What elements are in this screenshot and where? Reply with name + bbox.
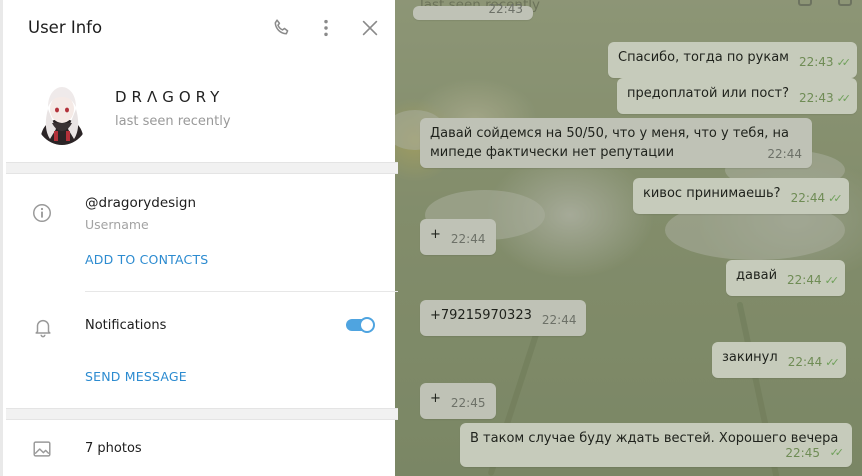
chat-header-icon[interactable] xyxy=(798,0,812,6)
message-text: +79215970323 xyxy=(430,308,532,323)
username-label: Username xyxy=(85,217,149,232)
message-time: 22:43 xyxy=(799,91,834,105)
read-ticks-icon: ✓✓ xyxy=(836,56,852,69)
toggle-knob xyxy=(359,317,375,333)
send-message-link[interactable]: SEND MESSAGE xyxy=(85,369,187,384)
section-separator xyxy=(6,408,398,420)
phone-icon[interactable] xyxy=(271,17,293,39)
close-icon[interactable] xyxy=(359,17,381,39)
message-text: давай xyxy=(736,268,778,283)
message-bubble[interactable]: +22:44 xyxy=(420,219,496,255)
avatar[interactable] xyxy=(34,79,90,145)
message-time: 22:44 xyxy=(787,355,823,369)
notifications-toggle[interactable] xyxy=(346,317,375,333)
read-ticks-icon: ✓✓ xyxy=(825,356,840,369)
chat-header-icons[interactable] xyxy=(798,0,852,6)
message-bubble[interactable]: предоплатой или пост? 22:43 ✓✓ xyxy=(617,78,858,114)
info-icon xyxy=(33,204,51,222)
message-time: 22:44 xyxy=(767,147,802,161)
section-separator xyxy=(6,162,398,174)
panel-title: User Info xyxy=(28,18,103,37)
message-bubble: 22:43 xyxy=(413,2,533,20)
message-time: 22:45 xyxy=(450,396,486,410)
message-time: 22:44 xyxy=(787,273,822,287)
message-bubble[interactable]: кивос принимаешь? 22:44 ✓✓ xyxy=(633,178,849,214)
message-time: 22:45 xyxy=(785,446,820,460)
profile-name: DRΛGORY xyxy=(115,88,225,106)
read-ticks-icon: ✓✓ xyxy=(836,92,852,105)
user-info-panel: User Info DRΛGORY last seen recently @dr… xyxy=(0,0,398,476)
message-bubble[interactable]: Давай сойдемся на 50/50, что у меня, что… xyxy=(420,118,812,168)
notifications-label: Notifications xyxy=(85,318,167,333)
message-time: 22:43 xyxy=(488,2,523,16)
divider xyxy=(85,291,398,292)
profile-status: last seen recently xyxy=(115,114,231,129)
chat-header-icon[interactable] xyxy=(838,0,852,6)
message-text: кивос принимаешь? xyxy=(643,186,781,201)
message-text: предоплатой или пост? xyxy=(627,86,789,101)
message-text: Давай сойдемся на 50/50, что у меня, что… xyxy=(430,126,789,160)
message-text: + xyxy=(430,391,441,406)
read-ticks-icon: ✓✓ xyxy=(829,446,845,459)
message-bubble[interactable]: В таком случае буду ждать вестей. Хороше… xyxy=(460,423,852,467)
bell-icon xyxy=(35,319,51,338)
message-bubble[interactable]: давай 22:44 ✓✓ xyxy=(726,260,846,296)
message-time: 22:44 xyxy=(450,232,486,246)
read-ticks-icon: ✓✓ xyxy=(828,192,843,205)
read-ticks-icon: ✓✓ xyxy=(824,274,840,287)
more-vertical-icon[interactable] xyxy=(315,17,337,39)
message-time: 22:44 xyxy=(541,313,577,327)
image-icon xyxy=(33,441,51,457)
message-time: 22:43 xyxy=(798,55,834,69)
message-bubble[interactable]: закинул 22:44 ✓✓ xyxy=(712,342,846,378)
message-bubble[interactable]: +79215970323 22:44 xyxy=(420,300,587,336)
message-text: Спасибо, тогда по рукам xyxy=(618,50,789,65)
message-text: закинул xyxy=(722,350,778,365)
message-text: + xyxy=(430,227,441,242)
message-time: 22:44 xyxy=(790,191,826,205)
username-value[interactable]: @dragorydesign xyxy=(85,195,196,211)
message-bubble[interactable]: +22:45 xyxy=(420,383,496,419)
add-to-contacts-link[interactable]: ADD TO CONTACTS xyxy=(85,252,208,267)
message-bubble[interactable]: Спасибо, тогда по рукам 22:43 ✓✓ xyxy=(608,42,858,78)
shared-photos-link[interactable]: 7 photos xyxy=(85,441,142,456)
